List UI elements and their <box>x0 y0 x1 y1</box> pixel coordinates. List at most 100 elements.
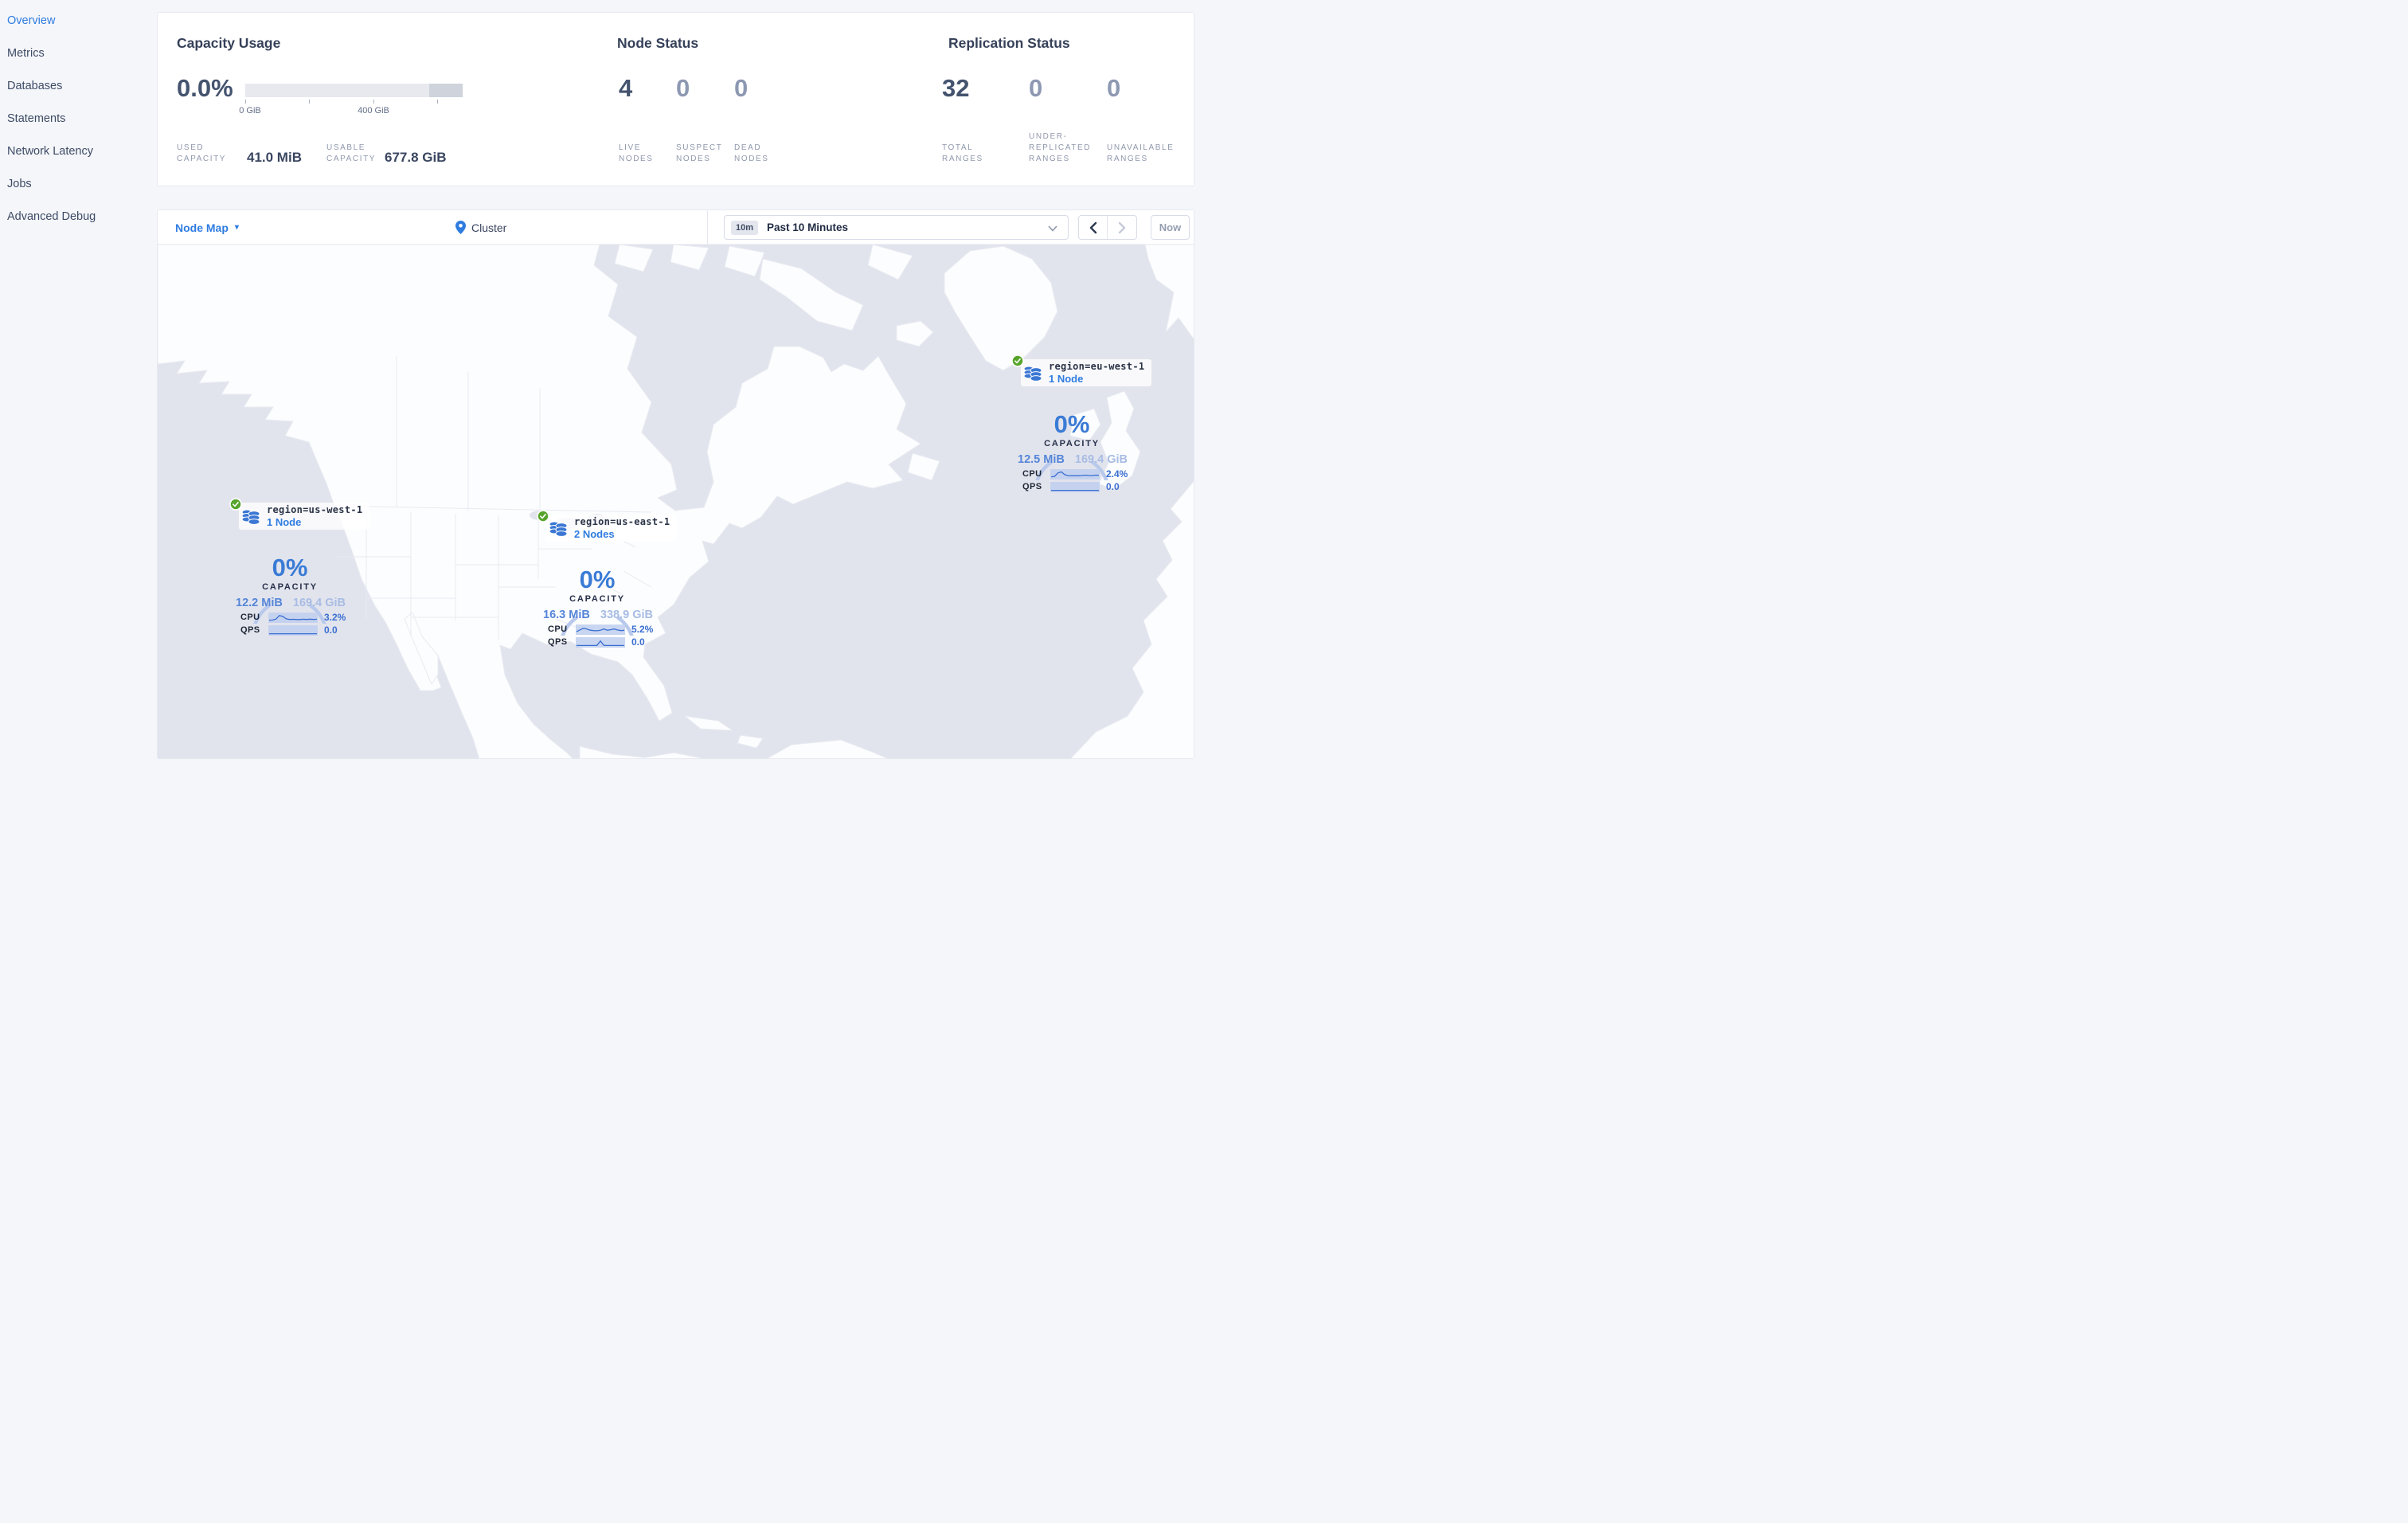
sidebar-item-databases[interactable]: Databases <box>0 69 157 102</box>
region-name: region=us-east-1 <box>574 516 670 527</box>
region-used-capacity: 16.3 MiB <box>543 609 590 621</box>
capacity-bar-reserved-segment <box>429 84 463 97</box>
qps-sparkline <box>268 624 318 636</box>
view-selector-label: Node Map <box>175 221 229 234</box>
cpu-value: 2.4% <box>1106 468 1128 480</box>
region-capacity-label: CAPACITY <box>569 594 625 604</box>
used-capacity-value: 41.0 MiB <box>247 150 302 165</box>
cpu-sparkline <box>576 624 625 635</box>
qps-value: 0.0 <box>631 636 645 648</box>
chevron-left-icon <box>1089 221 1096 233</box>
region-used-capacity: 12.5 MiB <box>1018 453 1065 466</box>
time-window-dropdown[interactable]: 10m Past 10 Minutes <box>724 215 1069 240</box>
total-ranges-count: 32 <box>942 74 970 102</box>
chevron-down-icon <box>1048 225 1057 232</box>
world-map <box>158 245 1194 758</box>
usable-capacity-value: 677.8 GiB <box>385 150 447 165</box>
caret-down-icon: ▾ <box>234 223 239 232</box>
capacity-usage-title: Capacity Usage <box>177 35 281 51</box>
total-ranges-label: TOTAL RANGES <box>942 143 983 163</box>
capacity-axis-label-0: 0 GiB <box>239 106 261 115</box>
suspect-nodes-label: SUSPECT NODES <box>676 143 723 163</box>
capacity-percent: 0.0% <box>177 74 233 102</box>
time-window-badge: 10m <box>731 220 759 235</box>
status-ok-icon <box>1011 354 1024 367</box>
status-ok-icon <box>537 510 549 523</box>
map-pin-icon <box>455 221 466 234</box>
database-icon <box>1023 366 1042 382</box>
region-usable-capacity: 169.4 GiB <box>1074 453 1128 466</box>
qps-label: QPS <box>1022 482 1042 491</box>
database-icon <box>241 509 260 525</box>
qps-label: QPS <box>548 637 568 647</box>
capacity-axis-label-400: 400 GiB <box>358 106 389 115</box>
dead-nodes-label: DEAD NODES <box>734 143 769 163</box>
region-capacity-percent: 0% <box>579 566 616 593</box>
capacity-axis-tick <box>437 100 438 104</box>
cluster-summary-panel: Capacity Usage 0.0% 0 GiB 400 GiB USED C… <box>157 12 1194 186</box>
region-node-count[interactable]: 1 Node <box>267 516 362 528</box>
cpu-sparkline <box>1050 468 1100 480</box>
region-usable-capacity: 338.9 GiB <box>600 609 653 621</box>
cpu-label: CPU <box>1022 469 1042 479</box>
status-ok-icon <box>229 498 242 511</box>
usable-capacity-label: USABLE CAPACITY <box>326 143 377 163</box>
suspect-nodes-count: 0 <box>676 74 690 102</box>
breadcrumb[interactable]: Cluster <box>455 210 506 245</box>
view-selector-dropdown[interactable]: Node Map ▾ <box>175 210 239 245</box>
node-map-panel: Node Map ▾ Cluster 10m Past 10 Minutes N… <box>157 209 1194 759</box>
time-forward-button[interactable] <box>1108 216 1136 239</box>
time-window-label: Past 10 Minutes <box>767 221 849 233</box>
live-nodes-label: LIVE NODES <box>619 143 654 163</box>
region-label-chip: region=us-east-1 2 Nodes <box>546 515 678 542</box>
sidebar-item-statements[interactable]: Statements <box>0 102 157 135</box>
region-name: region=eu-west-1 <box>1049 361 1145 372</box>
capacity-bar <box>245 84 463 97</box>
cpu-value: 5.2% <box>631 624 654 635</box>
qps-value: 0.0 <box>324 624 338 636</box>
sidebar-item-network-latency[interactable]: Network Latency <box>0 135 157 167</box>
used-capacity-label: USED CAPACITY <box>177 143 227 163</box>
unavailable-ranges-count: 0 <box>1107 74 1121 102</box>
node-map: region=us-west-1 1 Node 0% CAPACITY 12.2… <box>158 245 1194 758</box>
cpu-label: CPU <box>240 613 260 622</box>
sidebar-item-advanced-debug[interactable]: Advanced Debug <box>0 200 157 233</box>
region-usable-capacity: 169.4 GiB <box>292 597 346 609</box>
time-step-buttons <box>1078 215 1137 240</box>
cpu-value: 3.2% <box>324 612 346 623</box>
chevron-right-icon <box>1118 221 1126 233</box>
dead-nodes-count: 0 <box>734 74 749 102</box>
capacity-axis-tick <box>245 100 246 104</box>
region-capacity-percent: 0% <box>1054 410 1090 438</box>
sidebar-item-overview[interactable]: Overview <box>0 4 157 37</box>
region-used-capacity: 12.2 MiB <box>236 597 283 609</box>
region-capacity-percent: 0% <box>272 554 308 581</box>
region-name: region=us-west-1 <box>267 504 363 515</box>
under-replicated-ranges-label: UNDER-REPLICATED RANGES <box>1029 132 1092 163</box>
region-node-count[interactable]: 2 Nodes <box>574 528 670 540</box>
cpu-label: CPU <box>548 624 568 634</box>
map-toolbar: Node Map ▾ Cluster 10m Past 10 Minutes N… <box>158 210 1194 245</box>
qps-label: QPS <box>240 625 260 635</box>
region-label-chip: region=us-west-1 1 Node <box>239 503 370 530</box>
cpu-sparkline <box>268 612 318 623</box>
region-label-chip: region=eu-west-1 1 Node <box>1021 359 1152 386</box>
capacity-axis-tick <box>373 100 374 104</box>
sidebar-item-jobs[interactable]: Jobs <box>0 167 157 200</box>
node-status-title: Node Status <box>617 35 699 51</box>
qps-sparkline <box>1050 481 1100 492</box>
time-back-button[interactable] <box>1079 216 1108 239</box>
now-button[interactable]: Now <box>1151 215 1190 240</box>
breadcrumb-label: Cluster <box>471 221 507 234</box>
region-capacity-label: CAPACITY <box>1044 439 1100 448</box>
unavailable-ranges-label: UNAVAILABLE RANGES <box>1107 143 1175 163</box>
replication-status-title: Replication Status <box>948 35 1070 51</box>
capacity-axis-tick <box>309 100 310 104</box>
sidebar-item-metrics[interactable]: Metrics <box>0 37 157 69</box>
live-nodes-count: 4 <box>619 74 633 102</box>
region-node-count[interactable]: 1 Node <box>1049 373 1144 385</box>
sidebar: Overview Metrics Databases Statements Ne… <box>0 0 157 762</box>
toolbar-divider <box>707 210 708 245</box>
region-capacity-label: CAPACITY <box>262 582 318 592</box>
qps-sparkline <box>576 636 625 648</box>
